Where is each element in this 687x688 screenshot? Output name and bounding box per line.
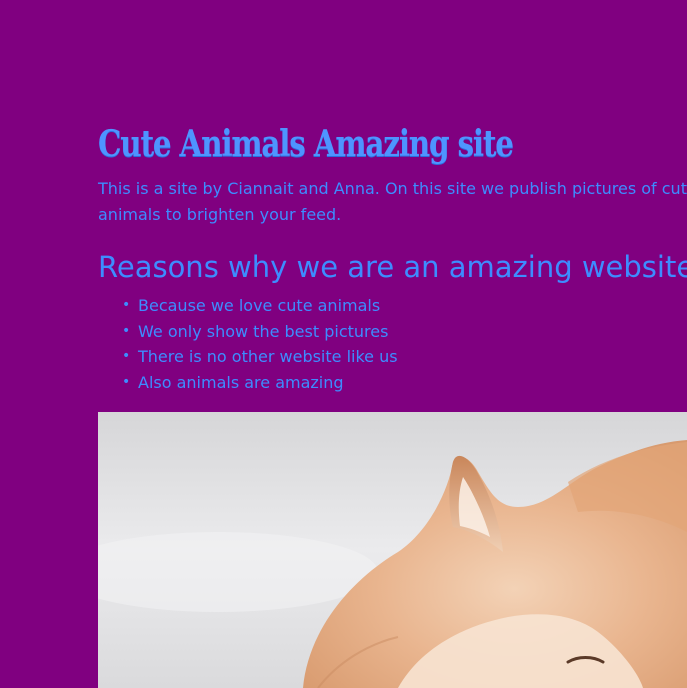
fox-illustration xyxy=(98,412,687,688)
intro-text: This is a site by Ciannait and Anna. On … xyxy=(98,179,687,224)
reasons-list: • Because we love cute animals • We only s… xyxy=(98,293,687,396)
fox-photo xyxy=(98,412,687,688)
list-item: • We only show the best pictures xyxy=(98,319,687,345)
bullet-icon: • xyxy=(122,297,131,313)
list-item: • There is no other website like us xyxy=(98,344,687,370)
bullet-icon: • xyxy=(122,322,131,339)
site-title: Cute Animals Amazing site xyxy=(98,123,514,165)
bullet-icon: • xyxy=(122,348,131,365)
list-item: • Also animals are amazing xyxy=(98,370,687,396)
list-item-text: We only show the best pictures xyxy=(138,321,389,341)
list-item-text: There is no other website like us xyxy=(138,347,398,367)
reasons-heading: Reasons why we are an amazing website! xyxy=(98,250,687,284)
list-item: • Because we love cute animals xyxy=(98,293,687,319)
list-item-text: Also animals are amazing xyxy=(138,373,344,393)
bullet-icon: • xyxy=(122,374,131,391)
page-content: Cute Animals Amazing site This is a site… xyxy=(98,118,687,396)
list-item-text: Because we love cute animals xyxy=(138,296,381,315)
